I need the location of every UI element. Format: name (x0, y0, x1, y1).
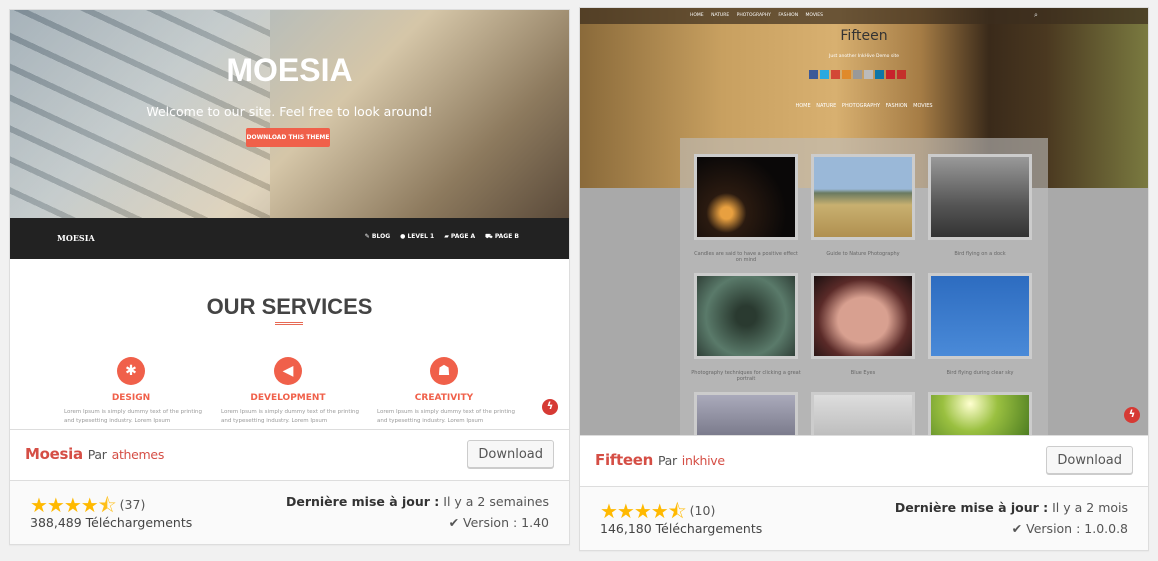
service-development: ◀ DEVELOPMENT Lorem Ipsum is simply dumm… (213, 357, 363, 426)
theme-name-bar: Moesia Par athemes Download (10, 429, 569, 480)
preview-title: Fifteen (840, 28, 888, 44)
version: ✔ Version : 1.0.0.8 (1011, 521, 1128, 536)
theme-card-fifteen[interactable]: HOME NATURE PHOTOGRAPHY FASHION MOVIES ⌕… (579, 7, 1149, 551)
preview-nav: MOESIA ✎ BLOG ● LEVEL 1 ▰ PAGE A ⛟ PAGE … (10, 218, 569, 259)
theme-name: Fifteen (595, 451, 654, 469)
last-updated: Dernière mise à jour : Il y a 2 semaines (285, 494, 549, 509)
download-button[interactable]: Download (467, 440, 554, 468)
post-image (811, 392, 915, 435)
social-icons (809, 70, 906, 79)
preview-logo: MOESIA (57, 233, 95, 243)
service-creativity: ☗ CREATIVITY Lorem Ipsum is simply dummy… (369, 357, 519, 426)
theme-name: Moesia (25, 445, 83, 463)
post-image (811, 273, 915, 359)
last-updated: Dernière mise à jour : Il y a 2 mois (894, 500, 1128, 515)
download-count: 146,180 Téléchargements (600, 521, 763, 536)
preview-top-nav: HOME NATURE PHOTOGRAPHY FASHION MOVIES (580, 8, 1148, 24)
post-image (928, 392, 1032, 435)
nav-page-a: ▰ PAGE A (444, 233, 476, 240)
post-image (694, 273, 798, 359)
bug-icon: ✱ (117, 357, 145, 385)
theme-screenshot[interactable]: HOME NATURE PHOTOGRAPHY FASHION MOVIES ⌕… (580, 8, 1148, 435)
theme-screenshot[interactable]: MOESIA Welcome to our site. Feel free to… (10, 10, 569, 429)
bolt-icon: ϟ (542, 399, 558, 415)
nav-page-b: ⛟ PAGE B (485, 233, 519, 240)
theme-name-bar: Fifteen Par inkhive Download (580, 435, 1148, 486)
nav-level1: ● LEVEL 1 (400, 233, 435, 240)
android-icon: ☗ (430, 357, 458, 385)
bolt-icon: ϟ (1124, 407, 1140, 423)
author-link[interactable]: athemes (112, 447, 165, 462)
preview-title: MOESIA (226, 52, 353, 88)
theme-meta: ★★★★⯪ (37) 388,489 Téléchargements Derniè… (10, 480, 569, 544)
preview-subtitle: Welcome to our site. Feel free to look a… (146, 104, 433, 119)
search-icon: ⌕ (1034, 11, 1038, 19)
preview-download-button: DOWNLOAD THIS THEME (246, 128, 330, 147)
divider (275, 322, 303, 325)
post-image (694, 392, 798, 435)
post-grid: Candles are said to have a positive effe… (680, 138, 1048, 435)
section-title: OUR SERVICES (206, 294, 373, 319)
post-image (928, 273, 1032, 359)
theme-card-moesia[interactable]: MOESIA Welcome to our site. Feel free to… (9, 9, 570, 545)
post-image (811, 154, 915, 240)
megaphone-icon: ◀ (274, 357, 302, 385)
service-design: ✱ DESIGN Lorem Ipsum is simply dummy tex… (56, 357, 206, 426)
rating-count: (10) (689, 503, 716, 518)
check-icon: ✔ (448, 515, 460, 530)
nav-blog: ✎ BLOG (364, 233, 391, 240)
download-button[interactable]: Download (1046, 446, 1133, 474)
post-image (694, 154, 798, 240)
preview-tagline: Just another InkHive Demo site (829, 54, 899, 59)
check-icon: ✔ (1011, 521, 1023, 536)
theme-meta: ★★★★⯪ (10) 146,180 Téléchargements Derniè… (580, 486, 1148, 550)
author-link[interactable]: inkhive (682, 453, 725, 468)
rating-count: (37) (119, 497, 146, 512)
post-image (928, 154, 1032, 240)
preview-nav: HOME NATURE PHOTOGRAPHY FASHION MOVIES (795, 103, 933, 109)
version: ✔ Version : 1.40 (448, 515, 549, 530)
download-count: 388,489 Téléchargements (30, 515, 193, 530)
